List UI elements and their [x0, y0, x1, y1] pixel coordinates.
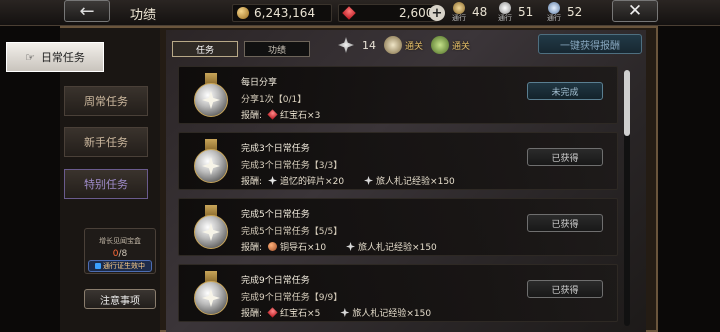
task-progress: 完成3个日常任务【3/3】	[241, 161, 343, 171]
tier2-text: 通关	[452, 41, 471, 52]
task-progress: 完成9个日常任务【9/9】	[241, 293, 343, 303]
ruby-icon	[342, 6, 356, 20]
tier1-text: 通关	[405, 41, 424, 52]
ruby-counter: 2,600 +	[338, 4, 445, 22]
sidebar-item-weekly[interactable]: 周常任务	[64, 86, 148, 116]
list-item: 完成9个日常任务 完成9个日常任务【9/9】 报酬: 红宝石×5 旅人札记经验×…	[178, 264, 618, 322]
pass-token-icon: 通行	[450, 2, 468, 22]
clover-icon	[431, 36, 450, 54]
medal-summary: 14 通关 通关	[326, 36, 530, 54]
growth-box-count: 0/8	[112, 249, 128, 259]
medal-icon	[191, 205, 231, 253]
medal-icon	[191, 139, 231, 187]
tab-achievements[interactable]: 功绩	[244, 41, 310, 57]
ruby-icon	[267, 307, 278, 318]
status-button[interactable]: 未完成	[527, 82, 603, 100]
task-reward: 报酬: 铜导石×10 旅人札记经验×150	[241, 242, 437, 253]
list-item: 完成3个日常任务 完成3个日常任务【3/3】 报酬: 追忆的碎片×20 旅人札记…	[178, 132, 618, 190]
task-reward: 报酬: 红宝石×3	[241, 109, 321, 121]
sidebar-item-daily[interactable]: ☞ 日常任务	[6, 42, 104, 72]
scrollbar[interactable]	[624, 70, 630, 326]
sidebar-item-label: 日常任务	[40, 51, 85, 64]
pass-token-icon: 通行	[545, 2, 563, 22]
page-title: 功绩	[130, 8, 157, 23]
pass-token-icon: 通行	[496, 2, 514, 22]
gold-coin-icon	[237, 7, 249, 19]
medal-icon	[191, 271, 231, 319]
gold-value: 6,243,164	[254, 6, 316, 20]
arrow-left-icon: ←	[79, 0, 95, 22]
shard-icon	[268, 176, 278, 185]
top-bar: ← 功绩 6,243,164 2,600 + 通行 48 通行 51 通行 52…	[0, 0, 720, 26]
ticket-icon	[95, 263, 101, 269]
task-name: 每日分享	[241, 78, 278, 88]
task-reward: 报酬: 追忆的碎片×20 旅人札记经验×150	[241, 176, 455, 187]
pass-resource-1: 通行 48	[450, 2, 487, 22]
task-progress: 分享1次【0/1】	[241, 95, 307, 105]
pass-resource-3-value: 52	[567, 5, 583, 19]
task-reward: 报酬: 红宝石×5 旅人札记经验×150	[241, 307, 432, 319]
list-item: 每日分享 分享1次【0/1】 报酬: 红宝石×3 未完成	[178, 66, 618, 124]
gold-counter: 6,243,164	[232, 4, 332, 22]
exp-icon	[364, 176, 374, 185]
task-name: 完成5个日常任务	[241, 210, 310, 220]
sidebar-item-label: 新手任务	[84, 136, 128, 149]
task-name: 完成9个日常任务	[241, 276, 310, 286]
growth-box-label: 增长见闻宝盒	[99, 237, 141, 245]
pass-resource-2-value: 51	[518, 5, 534, 19]
ruby-icon	[267, 109, 278, 120]
scrollbar-thumb[interactable]	[624, 70, 630, 136]
gear-medal-icon	[384, 36, 402, 54]
claim-all-button[interactable]: 一键获得报酬	[538, 34, 642, 54]
tab-tasks[interactable]: 任务	[172, 41, 238, 57]
task-list: 每日分享 分享1次【0/1】 报酬: 红宝石×3 未完成 完成3个日常任务 完成…	[178, 66, 618, 332]
copper-stone-icon	[268, 242, 278, 251]
exp-icon	[346, 242, 356, 251]
sidebar-item-special[interactable]: 特别任务	[64, 169, 148, 199]
status-button[interactable]: 已获得	[527, 148, 603, 166]
status-button[interactable]: 已获得	[527, 214, 603, 232]
task-progress: 完成5个日常任务【5/5】	[241, 227, 343, 237]
status-button[interactable]: 已获得	[527, 280, 603, 298]
pass-resource-3: 通行 52	[545, 2, 582, 22]
medal-icon	[338, 37, 354, 53]
pass-active-badge: 通行证生效中	[88, 260, 152, 272]
medal-icon	[191, 73, 231, 121]
close-button[interactable]: ✕	[612, 0, 658, 22]
close-icon: ✕	[627, 1, 643, 21]
list-item: 完成5个日常任务 完成5个日常任务【5/5】 报酬: 铜导石×10 旅人札记经验…	[178, 198, 618, 256]
back-button[interactable]: ←	[64, 0, 110, 22]
pass-resource-1-value: 48	[472, 5, 488, 19]
medal-count: 14	[362, 38, 376, 52]
task-name: 完成3个日常任务	[241, 144, 310, 154]
sidebar-item-label: 周常任务	[84, 95, 128, 108]
add-ruby-button[interactable]: +	[429, 5, 445, 21]
exp-icon	[340, 308, 350, 317]
sidebar-item-newbie[interactable]: 新手任务	[64, 127, 148, 157]
pointing-hand-icon: ☞	[25, 50, 35, 64]
pass-resource-2: 通行 51	[496, 2, 533, 22]
notice-button[interactable]: 注意事项	[84, 289, 156, 309]
sidebar-item-label: 特别任务	[84, 178, 128, 191]
